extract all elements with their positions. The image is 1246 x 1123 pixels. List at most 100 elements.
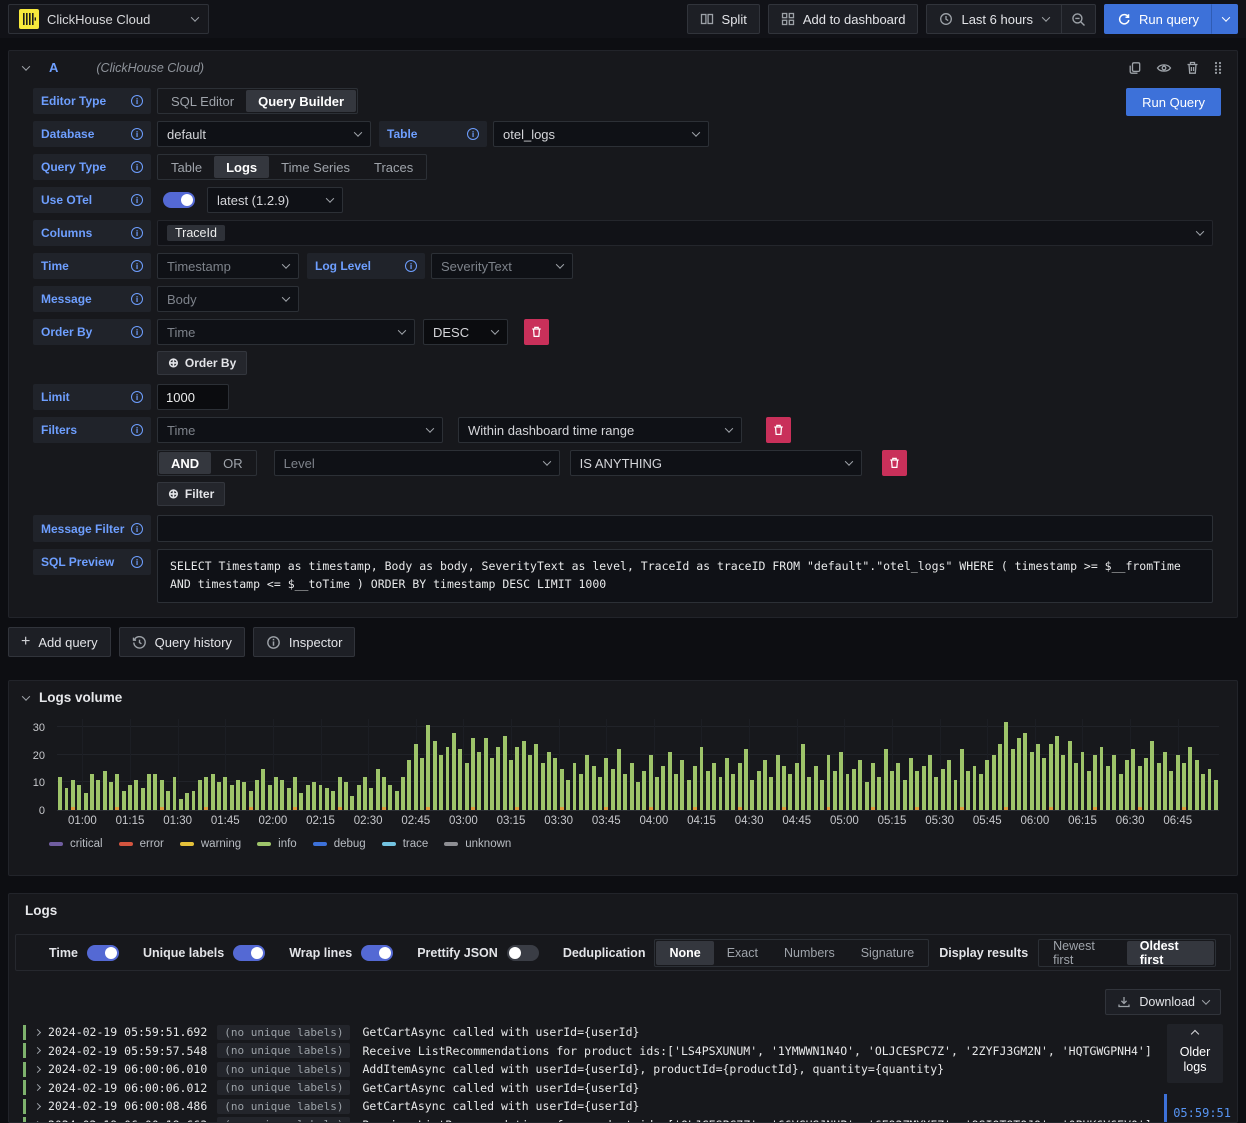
- volume-bar: [1029, 752, 1034, 810]
- remove-order-by-button[interactable]: [524, 319, 549, 345]
- add-to-dashboard-button[interactable]: Add to dashboard: [767, 4, 919, 34]
- volume-bar: [280, 779, 285, 810]
- volume-bar: [223, 776, 228, 810]
- volume-bar: [953, 779, 958, 810]
- expand-log-icon[interactable]: [33, 1121, 42, 1122]
- editor-type-sql-editor[interactable]: SQL Editor: [159, 90, 246, 112]
- legend-item-info[interactable]: info: [257, 838, 297, 850]
- log-row[interactable]: 2024-02-19 06:00:06.012 (no unique labels…: [23, 1079, 1223, 1098]
- use-otel-toggle[interactable]: [163, 192, 195, 208]
- display-oldest-first[interactable]: Oldest first: [1126, 939, 1214, 967]
- volume-bar: [1042, 757, 1047, 810]
- remove-query-icon[interactable]: [1186, 61, 1199, 75]
- display-results-label: Display results: [939, 945, 1029, 960]
- remove-filter-button[interactable]: [766, 417, 791, 443]
- log-level-select[interactable]: SeverityText: [431, 253, 573, 279]
- order-by-field-select[interactable]: Time: [157, 319, 415, 345]
- database-select[interactable]: default: [157, 121, 371, 147]
- log-row[interactable]: 2024-02-19 05:59:57.548 (no unique labels…: [23, 1042, 1223, 1061]
- run-query-options-button[interactable]: [1212, 4, 1238, 34]
- volume-bar: [553, 757, 558, 810]
- filter-join-and[interactable]: AND: [159, 452, 212, 474]
- add-filter-button[interactable]: ⊕ Filter: [157, 482, 226, 506]
- filter-operator-select[interactable]: Within dashboard time range: [458, 417, 742, 443]
- expand-log-icon[interactable]: [33, 1102, 42, 1110]
- query-type-traces[interactable]: Traces: [362, 156, 425, 178]
- drag-handle-icon[interactable]: [1213, 61, 1223, 75]
- expand-log-icon[interactable]: [33, 1084, 42, 1092]
- query-type-table[interactable]: Table: [159, 156, 214, 178]
- info-icon: i: [467, 128, 479, 140]
- x-tick-label: 04:30: [734, 815, 764, 827]
- editor-type-query-builder[interactable]: Query Builder: [246, 90, 357, 112]
- order-by-direction-select[interactable]: DESC: [423, 319, 508, 345]
- remove-filter2-button[interactable]: [881, 450, 907, 476]
- column-chip[interactable]: TraceId: [167, 225, 225, 241]
- duplicate-query-icon[interactable]: [1128, 61, 1142, 75]
- message-column-select[interactable]: Body: [157, 286, 299, 312]
- hide-response-icon[interactable]: [1156, 61, 1172, 75]
- volume-bar: [261, 768, 266, 810]
- scroll-indicator[interactable]: [1164, 1094, 1167, 1122]
- prettify-json-toggle[interactable]: [506, 944, 539, 961]
- time-range-picker[interactable]: Last 6 hours: [926, 4, 1063, 34]
- volume-bar: [547, 752, 552, 810]
- wrap-lines-toggle[interactable]: [361, 944, 394, 961]
- legend-item-warning[interactable]: warning: [179, 838, 241, 850]
- display-newest-first[interactable]: Newest first: [1040, 939, 1127, 967]
- volume-bar: [102, 771, 107, 810]
- query-type-time-series[interactable]: Time Series: [269, 156, 362, 178]
- inspector-button[interactable]: Inspector: [252, 627, 356, 657]
- log-row[interactable]: 2024-02-19 06:00:08.486 (no unique labels…: [23, 1097, 1223, 1116]
- chevron-down-icon: [425, 424, 435, 433]
- legend-item-error[interactable]: error: [118, 838, 164, 850]
- limit-input[interactable]: [157, 384, 229, 410]
- collapse-logs-volume-icon[interactable]: [21, 691, 31, 701]
- datasource-picker[interactable]: ClickHouse Cloud: [8, 4, 210, 34]
- legend-item-critical[interactable]: critical: [49, 838, 103, 850]
- query-history-button[interactable]: Query history: [118, 627, 245, 657]
- run-query-button[interactable]: Run query: [1104, 4, 1212, 34]
- volume-bar: [496, 746, 501, 810]
- add-order-by-button[interactable]: ⊕ Order By: [157, 351, 248, 375]
- add-query-button[interactable]: + Add query: [8, 627, 111, 657]
- query-editor-panel: A (ClickHouse Cloud) Run Query Editor Ty…: [8, 50, 1238, 618]
- volume-bar: [636, 782, 640, 810]
- columns-multiselect[interactable]: TraceId: [157, 220, 1213, 246]
- otel-version-select[interactable]: latest (1.2.9): [207, 187, 343, 213]
- y-tick-label: 10: [32, 777, 45, 790]
- dedup-none[interactable]: None: [656, 940, 714, 965]
- query-ref-id[interactable]: A: [49, 60, 58, 75]
- legend-item-unknown[interactable]: unknown: [444, 838, 511, 850]
- time-column-select[interactable]: Timestamp: [157, 253, 299, 279]
- log-row[interactable]: 2024-02-19 06:00:18.663 (no unique labels…: [23, 1116, 1223, 1122]
- filter-field-select[interactable]: Time: [157, 417, 443, 443]
- filter2-operator-select[interactable]: IS ANYTHING: [569, 450, 862, 476]
- filter-join-or[interactable]: OR: [211, 452, 255, 474]
- message-filter-input[interactable]: [157, 515, 1213, 542]
- unique-labels-toggle[interactable]: [233, 944, 266, 961]
- table-select[interactable]: otel_logs: [493, 121, 709, 147]
- legend-item-debug[interactable]: debug: [312, 838, 366, 850]
- zoom-out-button[interactable]: [1062, 4, 1097, 34]
- filter2-field-select[interactable]: Level: [273, 450, 560, 476]
- expand-log-icon[interactable]: [33, 1047, 42, 1055]
- chevron-down-icon: [555, 260, 565, 269]
- legend-item-trace[interactable]: trace: [381, 838, 428, 850]
- volume-bar: [966, 771, 971, 810]
- collapse-query-icon[interactable]: [21, 61, 31, 71]
- dedup-signature[interactable]: Signature: [848, 941, 928, 965]
- log-row[interactable]: 2024-02-19 06:00:06.010 (no unique labels…: [23, 1060, 1223, 1079]
- expand-log-icon[interactable]: [33, 1065, 42, 1073]
- query-type-logs[interactable]: Logs: [214, 156, 270, 178]
- volume-bar: [674, 774, 679, 810]
- dedup-numbers[interactable]: Numbers: [771, 941, 848, 965]
- time-toggle[interactable]: [86, 944, 119, 961]
- expand-log-icon[interactable]: [33, 1028, 42, 1036]
- download-button[interactable]: Download: [1105, 989, 1221, 1015]
- older-logs-button[interactable]: Older logs: [1167, 1024, 1223, 1083]
- dedup-exact[interactable]: Exact: [714, 941, 771, 965]
- log-row[interactable]: 2024-02-19 05:59:51.692 (no unique labels…: [23, 1023, 1223, 1042]
- split-button[interactable]: Split: [686, 4, 760, 34]
- volume-bar: [769, 776, 774, 810]
